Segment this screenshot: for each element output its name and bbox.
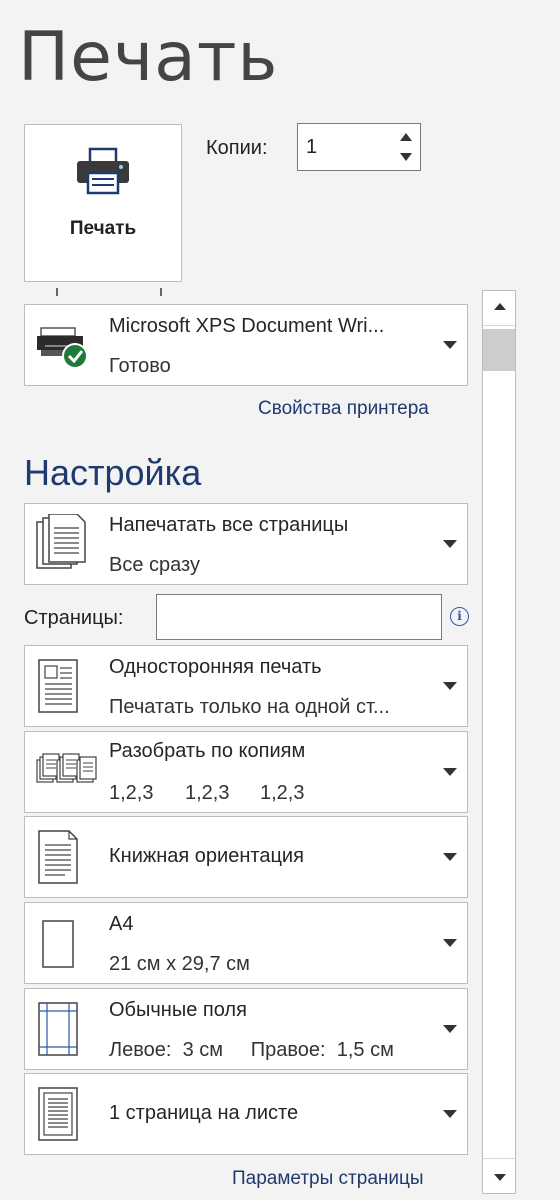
- margins-icon: [35, 989, 95, 1069]
- increment-arrow-icon[interactable]: [400, 133, 412, 141]
- portrait-orientation-icon: [35, 817, 95, 897]
- pages-per-sheet-main: 1 страница на листе: [109, 1102, 299, 1124]
- all-pages-icon: [35, 504, 95, 584]
- chevron-down-icon: [443, 540, 457, 548]
- sides-main: Односторонняя печать: [109, 656, 322, 678]
- copies-label: Копии:: [206, 137, 268, 159]
- printer-properties-link[interactable]: Свойства принтера: [258, 398, 429, 420]
- print-range-dropdown[interactable]: Напечатать все страницы Все сразу: [24, 503, 468, 585]
- scroll-thumb[interactable]: [483, 329, 515, 371]
- page-title: Печать: [18, 18, 279, 97]
- chevron-down-icon: [443, 853, 457, 861]
- print-button[interactable]: Печать: [24, 124, 182, 282]
- printer-icon: [74, 147, 132, 202]
- pages-input[interactable]: [156, 594, 442, 640]
- sides-dropdown[interactable]: Односторонняя печать Печатать только на …: [24, 645, 468, 727]
- print-range-sub: Все сразу: [109, 554, 200, 576]
- printer-ready-icon: [35, 305, 95, 385]
- margins-sub: Левое: 3 см Правое: 1,5 см: [109, 1039, 394, 1061]
- chevron-down-icon: [443, 341, 457, 349]
- decrement-arrow-icon[interactable]: [400, 153, 412, 161]
- printer-status: Готово: [109, 355, 171, 377]
- chevron-down-icon: [443, 1025, 457, 1033]
- scroll-down-arrow-icon[interactable]: [483, 1158, 515, 1193]
- paper-size-sub: 21 см x 29,7 см: [109, 953, 250, 975]
- orientation-dropdown[interactable]: Книжная ориентация: [24, 816, 468, 898]
- page-setup-link[interactable]: Параметры страницы: [232, 1168, 424, 1190]
- sides-sub: Печатать только на одной ст...: [109, 696, 390, 718]
- print-button-label: Печать: [69, 218, 137, 239]
- info-icon[interactable]: i: [450, 607, 469, 626]
- collate-order: 1,2,3: [260, 782, 305, 804]
- scroll-up-arrow-icon[interactable]: [483, 291, 515, 326]
- copies-value[interactable]: 1: [306, 136, 317, 159]
- copies-stepper[interactable]: 1: [297, 123, 421, 171]
- scrollbar[interactable]: [482, 290, 516, 1194]
- paper-size-main: A4: [109, 913, 134, 935]
- divider-tick: [56, 288, 58, 296]
- one-sided-icon: [35, 646, 95, 726]
- pages-per-sheet-dropdown[interactable]: 1 страница на листе: [24, 1073, 468, 1155]
- chevron-down-icon: [443, 1110, 457, 1118]
- chevron-down-icon: [443, 768, 457, 776]
- pages-per-sheet-icon: [35, 1074, 95, 1154]
- paper-size-icon: [35, 903, 95, 983]
- paper-size-dropdown[interactable]: A4 21 см x 29,7 см: [24, 902, 468, 984]
- margins-main: Обычные поля: [109, 999, 247, 1021]
- collate-order: 1,2,3: [185, 782, 230, 804]
- collate-order: 1,2,3: [109, 782, 154, 804]
- collate-dropdown[interactable]: Разобрать по копиям 1,2,3 1,2,3 1,2,3: [24, 731, 468, 813]
- printer-dropdown[interactable]: Microsoft XPS Document Wri... Готово: [24, 304, 468, 386]
- margins-dropdown[interactable]: Обычные поля Левое: 3 см Правое: 1,5 см: [24, 988, 468, 1070]
- chevron-down-icon: [443, 682, 457, 690]
- printer-name: Microsoft XPS Document Wri...: [109, 315, 385, 337]
- settings-heading: Настройка: [24, 452, 202, 493]
- collate-main: Разобрать по копиям: [109, 740, 306, 762]
- pages-label: Страницы:: [24, 607, 124, 629]
- collate-icon: [35, 732, 97, 812]
- divider-tick: [160, 288, 162, 296]
- chevron-down-icon: [443, 939, 457, 947]
- print-range-main: Напечатать все страницы: [109, 514, 349, 536]
- orientation-main: Книжная ориентация: [109, 845, 304, 867]
